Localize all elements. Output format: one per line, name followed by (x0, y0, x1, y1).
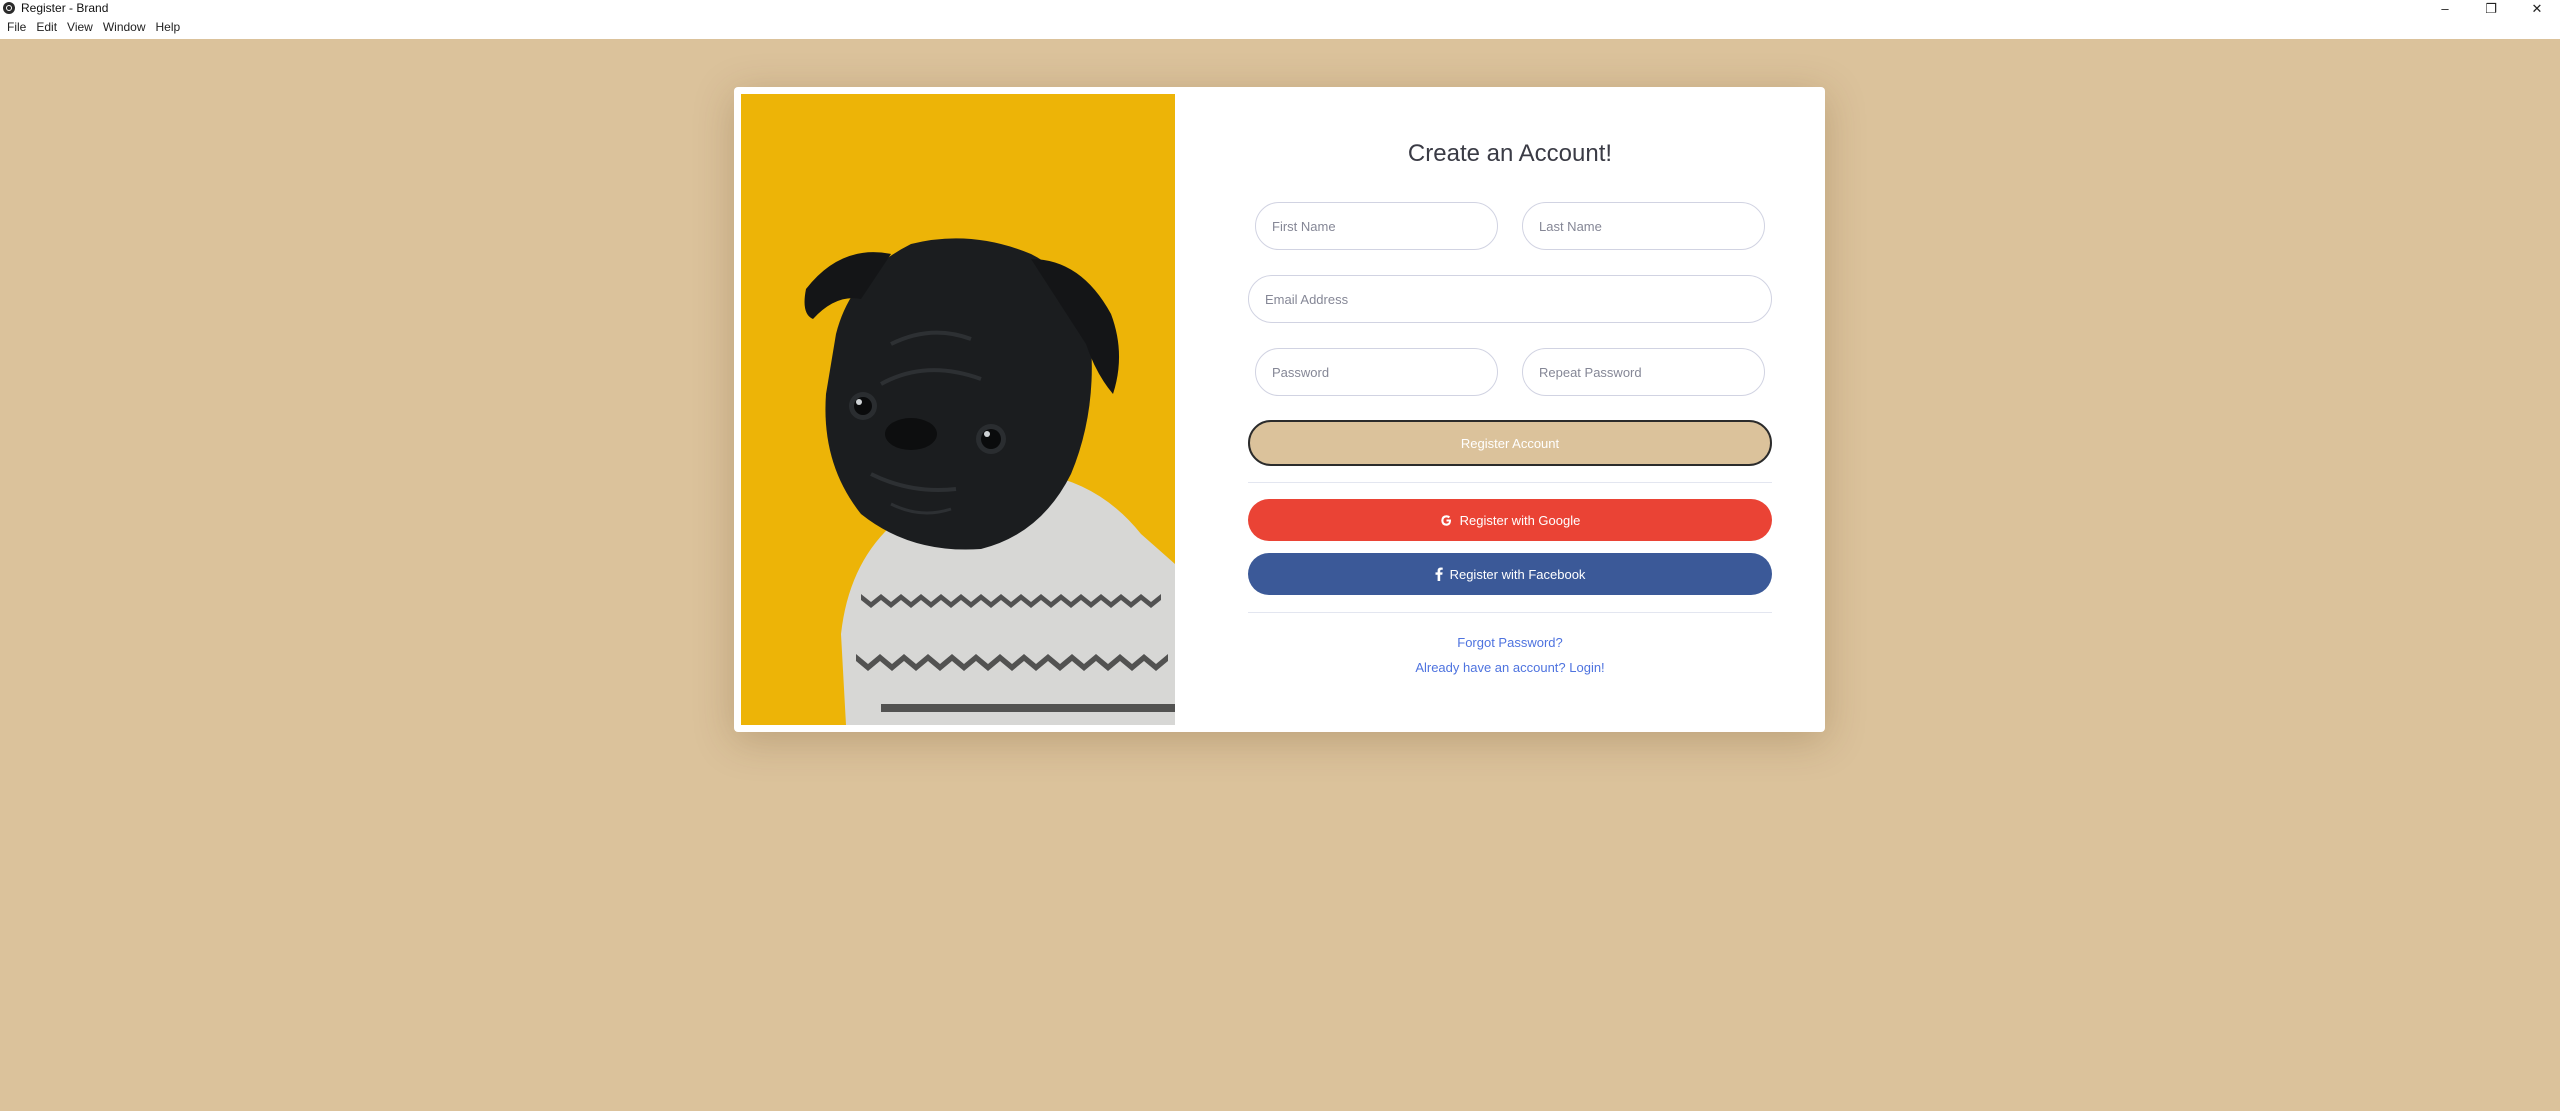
menu-view[interactable]: View (62, 16, 98, 39)
facebook-icon (1435, 567, 1443, 581)
login-link[interactable]: Already have an account? Login! (1248, 660, 1772, 675)
last-name-input[interactable] (1522, 202, 1765, 250)
register-facebook-button[interactable]: Register with Facebook (1248, 553, 1772, 595)
register-form: Create an Account! Register Account Regi… (1248, 87, 1772, 732)
menu-bar: File Edit View Window Help (0, 16, 2560, 39)
register-google-label: Register with Google (1459, 512, 1581, 528)
pug-photo (741, 94, 1175, 725)
window-controls: – ❐ ✕ (2422, 0, 2560, 16)
register-facebook-label: Register with Facebook (1449, 566, 1586, 582)
divider (1248, 482, 1772, 483)
close-button[interactable]: ✕ (2514, 0, 2560, 16)
first-name-input[interactable] (1255, 202, 1498, 250)
register-account-label: Register Account (1460, 435, 1560, 451)
google-icon (1440, 514, 1453, 527)
window-titlebar: Register - Brand – ❐ ✕ (0, 0, 2560, 16)
app-icon (3, 2, 15, 14)
register-card: Create an Account! Register Account Regi… (734, 87, 1825, 732)
divider (1248, 612, 1772, 613)
repeat-password-input[interactable] (1522, 348, 1765, 396)
password-input[interactable] (1255, 348, 1498, 396)
menu-window[interactable]: Window (98, 16, 151, 39)
restore-button[interactable]: ❐ (2468, 0, 2514, 16)
page-title: Create an Account! (1407, 140, 1613, 167)
menu-edit[interactable]: Edit (31, 16, 62, 39)
register-google-button[interactable]: Register with Google (1248, 499, 1772, 541)
menu-file[interactable]: File (0, 16, 31, 39)
forgot-password-link[interactable]: Forgot Password? (1248, 635, 1772, 650)
register-account-button[interactable]: Register Account (1248, 420, 1772, 466)
window-title: Register - Brand (21, 1, 109, 15)
minimize-button[interactable]: – (2422, 0, 2468, 16)
pug-illustration (804, 238, 1175, 725)
menu-help[interactable]: Help (151, 16, 186, 39)
email-input[interactable] (1248, 275, 1772, 323)
